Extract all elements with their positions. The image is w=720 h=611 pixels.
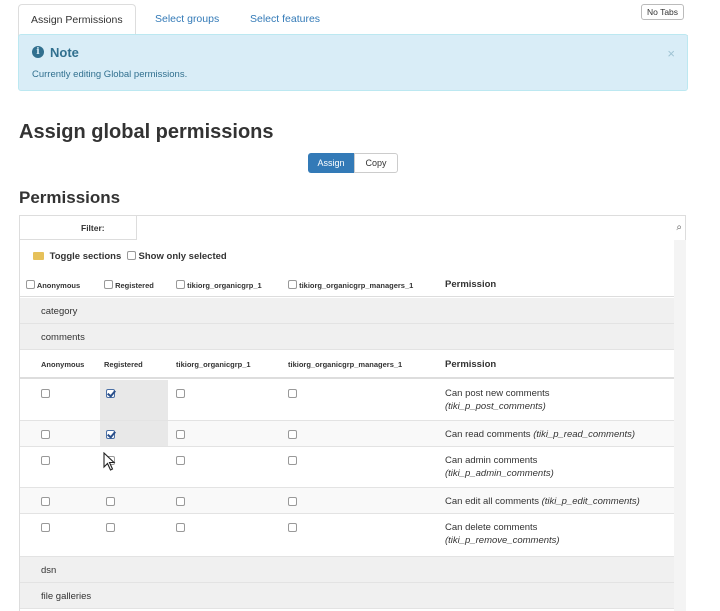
section-file-galleries[interactable]: file galleries (20, 583, 685, 609)
permission-row: Can delete comments (tiki_p_remove_commen… (20, 514, 685, 557)
section-category-label: category (41, 306, 78, 317)
top-header-row: Anonymous Registered tikiorg_organicgrp_… (20, 271, 685, 297)
header-permission: Permission (445, 279, 497, 290)
permission-code: (tiki_p_edit_comments) (541, 496, 640, 507)
permission-code: (tiki_p_read_comments) (533, 429, 636, 440)
show-only-selected-checkbox[interactable] (126, 251, 136, 260)
tab-bar: Assign Permissions Select groups Select … (18, 4, 688, 37)
permission-label: Can read comments (445, 429, 531, 440)
tab-select-features[interactable]: Select features (238, 4, 332, 36)
comments-header-row: Anonymous Registered tikiorg_organicgrp_… (20, 349, 685, 379)
permission-description: Can delete comments (tiki_p_remove_commen… (445, 521, 560, 547)
filter-label: Filter: (81, 223, 105, 233)
permission-checkbox[interactable] (41, 497, 50, 506)
info-icon: i (32, 46, 44, 58)
permission-checkbox[interactable] (288, 497, 297, 506)
permissions-heading: Permissions (19, 188, 121, 207)
permission-checkbox[interactable] (288, 456, 297, 465)
permission-code: (tiki_p_remove_comments) (445, 535, 560, 546)
select-all-organicgrp-checkbox[interactable] (176, 280, 185, 289)
select-all-managers-checkbox[interactable] (288, 280, 297, 289)
copy-button[interactable]: Copy (354, 153, 398, 173)
mouse-cursor-icon (103, 452, 116, 471)
select-all-anonymous-checkbox[interactable] (26, 280, 35, 289)
permission-label: Can delete comments (445, 522, 538, 533)
permission-checkbox[interactable] (288, 389, 297, 398)
section-comments-label: comments (41, 332, 85, 343)
registered-cell-highlight (100, 380, 168, 420)
permission-row: Can post new comments (tiki_p_post_commen… (20, 380, 685, 421)
table-scrollbar[interactable] (674, 240, 686, 611)
permission-checkbox[interactable] (176, 523, 185, 532)
section-dsn-label: dsn (41, 565, 57, 576)
permission-row: Can edit all comments (tiki_p_edit_comme… (20, 488, 685, 514)
assign-button[interactable]: Assign (308, 153, 354, 173)
no-tabs-button[interactable]: No Tabs (641, 4, 685, 20)
permission-checkbox[interactable] (176, 497, 185, 506)
toggle-row: Toggle sections Show only selected (33, 251, 227, 262)
sub-header-managers: tikiorg_organicgrp_managers_1 (288, 360, 403, 369)
permission-checkbox[interactable] (176, 456, 185, 465)
note-alert: i Note × Currently editing Global permis… (18, 34, 688, 91)
permission-description: Can admin comments (tiki_p_admin_comments… (445, 454, 554, 480)
header-registered-label: Registered (115, 281, 154, 290)
permission-description: Can read comments (tiki_p_read_comments) (445, 428, 635, 441)
permission-checkbox[interactable] (106, 523, 115, 532)
note-text: Currently editing Global permissions. (32, 69, 188, 80)
permission-checkbox[interactable] (106, 430, 115, 439)
permission-checkbox[interactable] (41, 430, 50, 439)
show-only-selected-label: Show only selected (138, 251, 227, 262)
permission-checkbox[interactable] (106, 389, 115, 398)
permission-label: Can edit all comments (445, 496, 539, 507)
sub-header-anonymous: Anonymous (41, 360, 85, 369)
page-title: Assign global permissions (19, 121, 274, 143)
permission-row: Can admin comments (tiki_p_admin_comments… (20, 447, 685, 488)
permission-label: Can admin comments (445, 455, 538, 466)
sub-header-organicgrp: tikiorg_organicgrp_1 (176, 360, 251, 369)
permission-checkbox[interactable] (106, 497, 115, 506)
toggle-sections-link[interactable]: Toggle sections (50, 251, 122, 262)
permission-description: Can post new comments (tiki_p_post_commen… (445, 387, 550, 413)
permission-checkbox[interactable] (41, 389, 50, 398)
section-comments[interactable]: comments (20, 324, 685, 350)
header-anonymous: Anonymous (26, 280, 80, 290)
permission-code: (tiki_p_post_comments) (445, 401, 546, 412)
header-organicgrp: tikiorg_organicgrp_1 (176, 280, 262, 290)
permission-checkbox[interactable] (176, 389, 185, 398)
permission-checkbox[interactable] (41, 456, 50, 465)
permission-description: Can edit all comments (tiki_p_edit_comme… (445, 495, 640, 508)
header-organicgrp-label: tikiorg_organicgrp_1 (187, 281, 262, 290)
permission-label: Can post new comments (445, 388, 550, 399)
sub-header-registered: Registered (104, 360, 143, 369)
permission-checkbox[interactable] (176, 430, 185, 439)
folder-icon (33, 252, 44, 260)
permission-checkbox[interactable] (288, 523, 297, 532)
section-category[interactable]: category (20, 298, 685, 324)
header-anonymous-label: Anonymous (36, 281, 81, 290)
filter-input[interactable]: ⌕ (136, 216, 685, 240)
filter-row: Filter: ⌕ (20, 216, 685, 240)
tab-select-groups[interactable]: Select groups (143, 4, 231, 36)
filter-icon: ⌕ (676, 222, 682, 233)
section-file-galleries-label: file galleries (41, 591, 92, 602)
select-all-registered-checkbox[interactable] (104, 280, 113, 289)
header-registered: Registered (104, 280, 154, 290)
tab-assign-permissions[interactable]: Assign Permissions (18, 4, 136, 37)
section-dsn[interactable]: dsn (20, 557, 685, 583)
permission-checkbox[interactable] (41, 523, 50, 532)
note-title: Note (50, 45, 79, 60)
permission-code: (tiki_p_admin_comments) (445, 468, 554, 479)
close-icon[interactable]: × (667, 46, 675, 61)
permission-row: Can read comments (tiki_p_read_comments) (20, 421, 685, 447)
header-managers: tikiorg_organicgrp_managers_1 (288, 280, 413, 290)
sub-header-permission: Permission (445, 359, 497, 370)
header-managers-label: tikiorg_organicgrp_managers_1 (299, 281, 414, 290)
permission-checkbox[interactable] (288, 430, 297, 439)
permissions-panel: Filter: ⌕ Toggle sections Show only sele… (19, 215, 686, 611)
